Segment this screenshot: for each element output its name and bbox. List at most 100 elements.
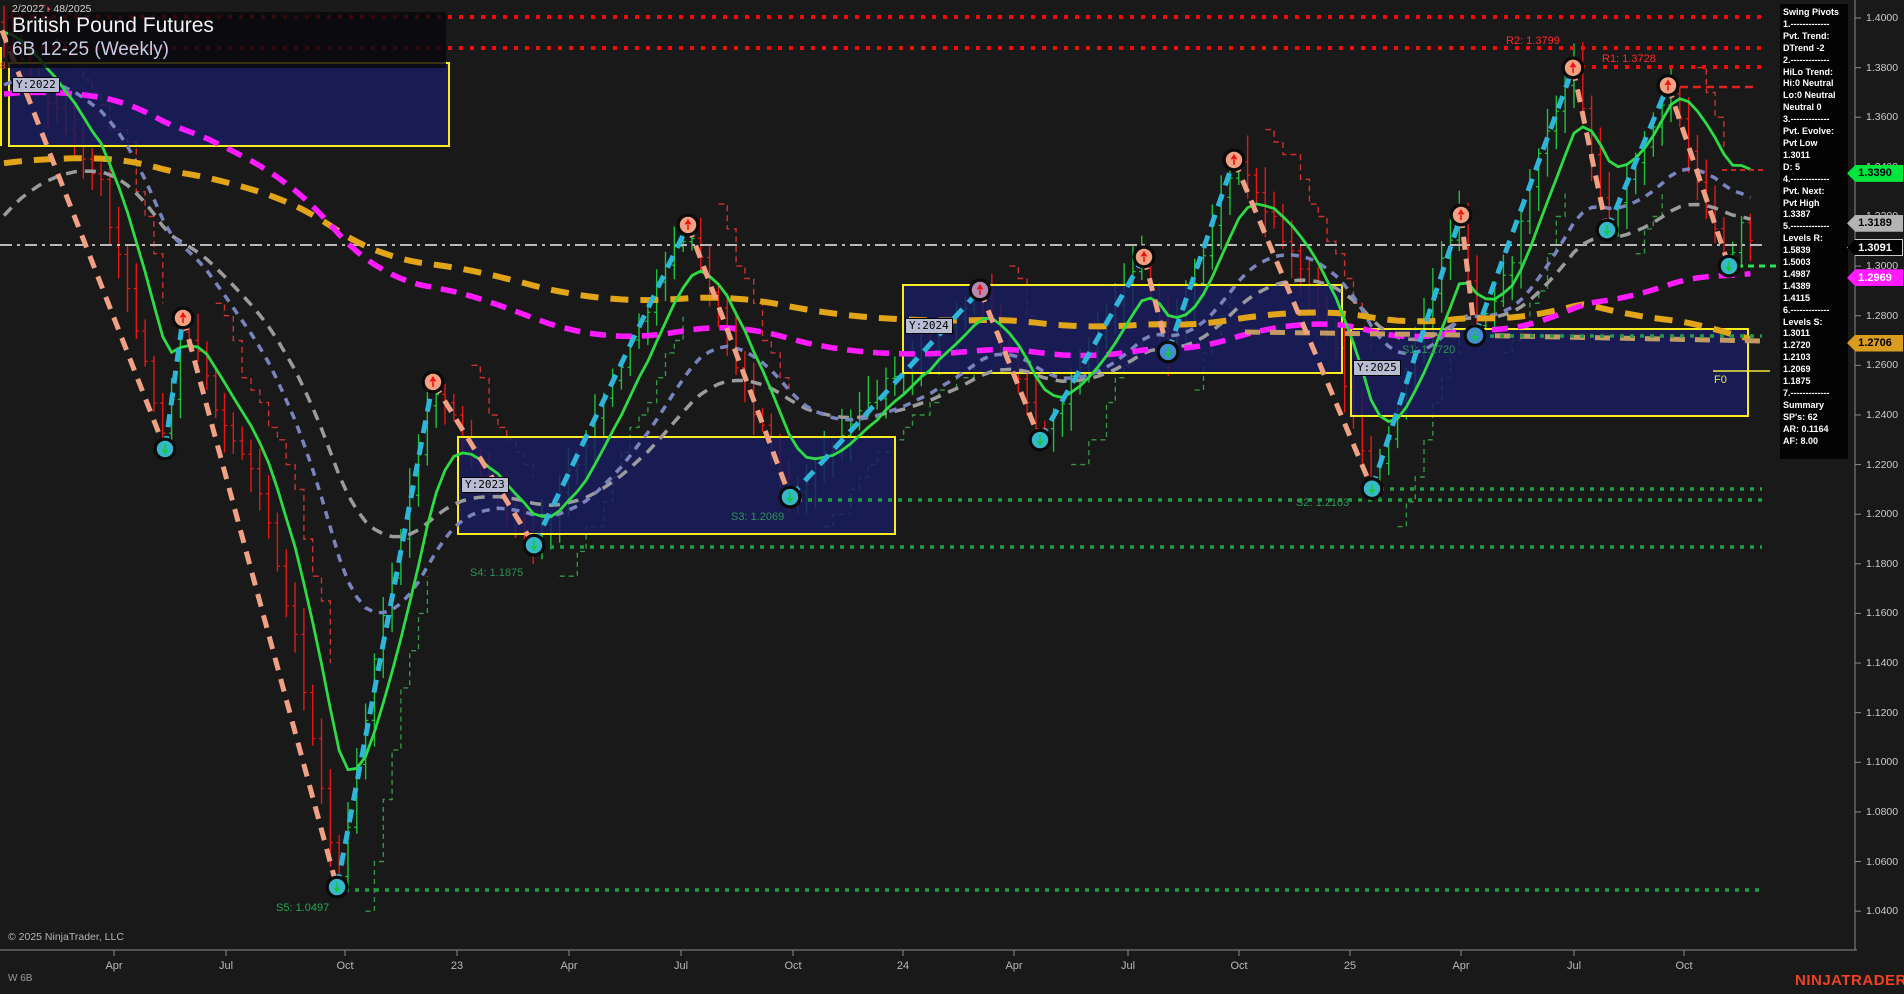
support-label-s2: S2: 1.2103: [1296, 497, 1350, 509]
panel-line: 1.5839: [1783, 245, 1811, 256]
time-tick-label: Apr: [1452, 960, 1470, 972]
price-badge-1.3091: 1.3091: [1847, 239, 1903, 257]
f0-label: F0: [1714, 374, 1727, 386]
price-tick-label: 1.0400: [1866, 905, 1899, 918]
panel-line: Pvt. Next:: [1783, 185, 1825, 196]
panel-line: Hi:0 Neutral: [1783, 78, 1834, 89]
resistance-label-r2: R2: 1.3799: [1506, 35, 1560, 47]
time-tick-label: Jul: [218, 960, 234, 972]
title-block: British Pound Futures 6B 12-25 (Weekly): [8, 12, 446, 68]
panel-line: 1.2103: [1783, 352, 1811, 363]
year-chip-Y-2025: Y:2025: [1353, 360, 1401, 376]
panel-line: AR: 0.1164: [1783, 423, 1829, 434]
swing-pivot-high: [968, 278, 992, 302]
panel-line: 1.3387: [1783, 209, 1811, 220]
time-tick-label: Jul: [1120, 960, 1136, 972]
swing-pivot-low: [522, 533, 546, 557]
price-tick-label: 1.3800: [1866, 61, 1899, 74]
support-label-s3: S3: 1.2069: [731, 511, 785, 523]
panel-line: 3.-------------: [1783, 114, 1830, 125]
panel-line: Levels S:: [1783, 316, 1823, 327]
time-tick-label: Apr: [1005, 960, 1023, 972]
swing-pivot-high: [1132, 245, 1156, 269]
swing-pivot-low: [778, 485, 802, 509]
left-edge-label-fragment: 8: [0, 61, 6, 72]
price-tick-label: 1.2400: [1866, 408, 1899, 421]
gold-dashed-ma: [3, 155, 1752, 342]
panel-line: Pvt. Trend:: [1783, 30, 1830, 41]
price-tick-label: 1.2800: [1866, 309, 1899, 322]
swing-pivot-high: [1449, 203, 1473, 227]
price-tick-label: 1.1600: [1866, 607, 1899, 620]
swing-pivot-low: [1360, 477, 1384, 501]
panel-line: 1.2069: [1783, 364, 1811, 375]
time-tick-label: 25: [1343, 960, 1357, 972]
panel-line: 1.3011: [1783, 328, 1811, 339]
year-chip-Y-2024: Y:2024: [905, 318, 953, 334]
time-tick-label: Apr: [560, 960, 578, 972]
price-tick-label: 1.2200: [1866, 458, 1899, 471]
support-label-s1: S1: 1.2720: [1402, 344, 1456, 356]
time-tick-label: Apr: [105, 960, 123, 972]
time-tick-label: Oct: [1230, 960, 1248, 972]
price-tick-label: 1.3600: [1866, 111, 1899, 124]
swing-pivot-high: [421, 370, 445, 394]
time-tick-label: 24: [896, 960, 910, 972]
panel-line: HiLo Trend:: [1783, 66, 1833, 77]
price-badge-1.2969: 1.2969: [1847, 269, 1903, 287]
chart-surface[interactable]: [0, 0, 1904, 994]
price-tick-label: 1.2000: [1866, 508, 1899, 521]
page-title: British Pound Futures: [12, 14, 214, 37]
price-tick-label: 1.0800: [1866, 805, 1899, 818]
swing-pivot-high: [676, 213, 700, 237]
swing-pivot-low: [1717, 254, 1741, 278]
time-tick-label: Jul: [673, 960, 689, 972]
copyright-text: © 2025 NinjaTrader, LLC: [8, 931, 124, 943]
year-chip-Y-2023: Y:2023: [461, 477, 509, 493]
swing-pivot-low: [1463, 324, 1487, 348]
price-tick-label: 1.4000: [1866, 12, 1899, 24]
swing-pivot-high: [1222, 148, 1246, 172]
time-tick-label: 23: [450, 960, 464, 972]
swing-pivot-low: [1595, 218, 1619, 242]
panel-line: Summary: [1783, 399, 1825, 410]
price-tick-label: 1.1000: [1866, 756, 1899, 769]
panel-line: Lo:0 Neutral: [1783, 90, 1836, 101]
panel-line: 1.2720: [1783, 340, 1811, 351]
watermark-instrument: W 6B: [8, 973, 33, 984]
instrument-subtitle: 6B 12-25 (Weekly): [12, 39, 169, 60]
panel-line: Pvt Low: [1783, 137, 1818, 148]
time-tick-label: Oct: [336, 960, 354, 972]
price-badge-1.3189: 1.3189: [1847, 214, 1903, 232]
swing-pivot-low: [325, 875, 349, 899]
price-tick-label: 1.1800: [1866, 557, 1899, 570]
price-badge-1.3390: 1.3390: [1847, 164, 1903, 182]
price-tick-label: 1.0600: [1866, 855, 1899, 868]
panel-line: 7.-------------: [1783, 388, 1830, 398]
panel-line: 1.4115: [1783, 292, 1811, 303]
panel-line: Pvt High: [1783, 197, 1820, 208]
panel-line: 1.5003: [1783, 257, 1811, 268]
panel-line: DTrend -2: [1783, 42, 1825, 53]
panel-line: Swing Pivots: [1783, 7, 1840, 17]
panel-line: 1.4987: [1783, 268, 1811, 279]
panel-line: 4.-------------: [1783, 173, 1830, 184]
panel-line: 6.-------------: [1783, 304, 1830, 315]
swing-pivot-low: [153, 437, 177, 461]
price-badge-1.2706: 1.2706: [1847, 334, 1903, 352]
support-label-s5: S5: 1.0497: [276, 902, 330, 914]
year-chip-Y-2022: Y:2022: [12, 77, 60, 93]
panel-line: 1.1875: [1783, 376, 1811, 387]
panel-line: D: 5: [1783, 161, 1801, 172]
panel-line: 1.3011: [1783, 149, 1811, 160]
swing-pivot-high: [1656, 73, 1680, 97]
panel-line: SP's: 62: [1783, 411, 1818, 422]
swing-pivots-panel: Swing Pivots 1.------------- Pvt. Trend: DT…: [1780, 4, 1848, 459]
time-tick-label: Jul: [1566, 960, 1582, 972]
year-boxes-layer: [0, 47, 1749, 535]
price-tick-label: 1.1200: [1866, 706, 1899, 719]
swing-pivot-low: [1156, 340, 1180, 364]
panel-line: Levels R:: [1783, 233, 1824, 244]
panel-line: 1.4389: [1783, 280, 1811, 291]
panel-line: 2.-------------: [1783, 54, 1830, 65]
